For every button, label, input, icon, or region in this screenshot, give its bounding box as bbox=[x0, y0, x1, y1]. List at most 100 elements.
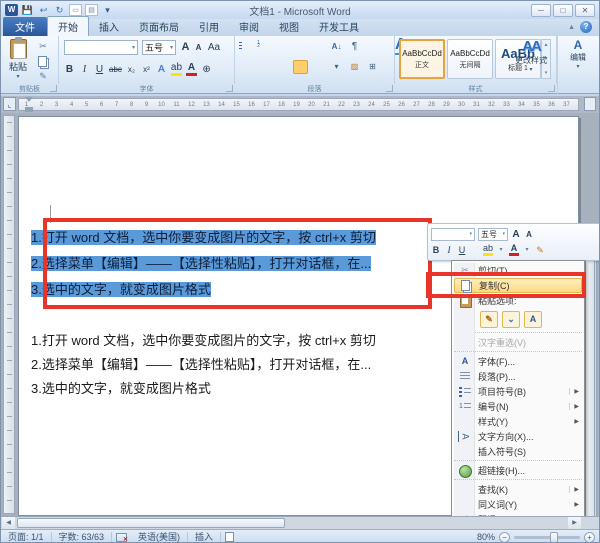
ribbon-tab[interactable]: 开发工具 bbox=[309, 17, 369, 36]
text-line[interactable]: 2.选择菜单【编辑】——【选择性粘贴】，打开对话框，在... bbox=[31, 353, 415, 377]
increase-indent-button[interactable] bbox=[311, 40, 326, 54]
ribbon-tab[interactable]: 插入 bbox=[89, 17, 129, 36]
multilevel-list-button[interactable] bbox=[275, 40, 290, 54]
context-menu-item[interactable]: 文字方向(X)... ▶ bbox=[454, 429, 582, 444]
minibar-grow-font[interactable]: A bbox=[511, 228, 521, 241]
scroll-right-icon[interactable]: ▶ bbox=[568, 517, 581, 529]
paste-dropdown-icon[interactable]: ▾ bbox=[5, 73, 31, 80]
shading-button[interactable]: ▨ bbox=[347, 60, 362, 74]
style-card[interactable]: AaBbCcDd 正文 bbox=[399, 39, 445, 79]
context-menu-item[interactable]: 翻译(S) ▶ bbox=[454, 512, 582, 516]
insert-mode-indicator[interactable]: 插入 bbox=[188, 531, 222, 542]
change-case-button[interactable]: Aa bbox=[206, 40, 222, 55]
print-preview-icon[interactable]: ▤ bbox=[85, 4, 98, 16]
zoom-level[interactable]: 80% bbox=[477, 532, 495, 542]
align-right-button[interactable] bbox=[275, 60, 290, 74]
borders-button[interactable]: ⊞ bbox=[365, 60, 380, 74]
ribbon-tab[interactable]: 审阅 bbox=[229, 17, 269, 36]
context-menu-item[interactable]: 超链接(H)... ▶ bbox=[454, 463, 582, 480]
ribbon-tab[interactable]: 文件 bbox=[3, 17, 47, 36]
horizontal-ruler[interactable]: 1 2 3 4 5 6 7 8 9 10 11 12 13 14 15 16 17 18 19 20 21 22 23 24 2… bbox=[18, 98, 579, 111]
context-menu-item[interactable]: 同义词(Y) ▶ bbox=[454, 497, 582, 512]
undo-icon[interactable]: ↩ bbox=[37, 4, 50, 16]
font-name-combo[interactable]: ▾ bbox=[64, 40, 138, 55]
ribbon-tab[interactable]: 引用 bbox=[189, 17, 229, 36]
minimize-ribbon-icon[interactable]: ▲ bbox=[568, 24, 575, 31]
zoom-in-icon[interactable]: + bbox=[584, 531, 595, 542]
vertical-ruler[interactable] bbox=[3, 115, 15, 514]
shrink-font-button[interactable]: A bbox=[193, 40, 204, 55]
paste-text-only-button[interactable]: A bbox=[524, 311, 542, 328]
minibar-italic[interactable]: I bbox=[444, 244, 454, 257]
ruler-toggle-button[interactable] bbox=[584, 97, 596, 111]
context-menu-item[interactable]: 字体(F)... ▶ bbox=[454, 354, 582, 369]
font-dialog-launcher[interactable] bbox=[226, 85, 233, 92]
minibar-highlight[interactable]: ab bbox=[483, 244, 494, 256]
format-painter-icon[interactable]: ✎ bbox=[35, 70, 51, 82]
ribbon-tab[interactable]: 开始 bbox=[47, 16, 89, 36]
first-line-indent-marker[interactable] bbox=[25, 97, 33, 102]
minibar-format-painter[interactable]: ✎ bbox=[535, 244, 545, 257]
context-menu-item[interactable]: 查找(K) ▶ bbox=[454, 482, 582, 497]
left-indent-marker[interactable] bbox=[25, 107, 33, 112]
align-center-button[interactable] bbox=[257, 60, 272, 74]
close-button[interactable]: ✕ bbox=[575, 3, 595, 17]
minibar-bold[interactable]: B bbox=[431, 244, 441, 257]
text-line[interactable]: 1.打开 word 文档，选中你要变成图片的文字，按 ctrl+x 剪切 bbox=[31, 329, 415, 353]
document-page[interactable]: 1.打开 word 文档，选中你要变成图片的文字，按 ctrl+x 剪切 2.选择… bbox=[18, 116, 599, 516]
context-menu-item[interactable]: 项目符号(B) ▶ bbox=[454, 384, 582, 399]
numbering-button[interactable]: 12 bbox=[257, 40, 272, 54]
italic-button[interactable]: I bbox=[79, 64, 90, 75]
minibar-font-color-dropdown[interactable]: ▾ bbox=[522, 244, 532, 257]
text-line[interactable]: 3.选中的文字，就变成图片格式 bbox=[31, 377, 415, 401]
context-menu-item[interactable]: 段落(P)... ▶ bbox=[454, 369, 582, 384]
subscript-button[interactable]: x₂ bbox=[126, 65, 137, 74]
context-menu-item[interactable]: 汉字重选(V) ▶ bbox=[454, 335, 582, 352]
paragraph-dialog-launcher[interactable] bbox=[386, 85, 393, 92]
distribute-button[interactable] bbox=[311, 60, 326, 74]
macro-record-icon[interactable] bbox=[225, 532, 235, 542]
language-indicator[interactable]: 英语(美国) bbox=[131, 531, 189, 542]
zoom-slider-thumb[interactable] bbox=[550, 531, 558, 542]
qat-dropdown-icon[interactable]: ▾ bbox=[101, 4, 114, 16]
sort-button[interactable]: A↓ bbox=[329, 40, 344, 54]
font-color-button[interactable]: A bbox=[186, 62, 198, 76]
highlight-color-button[interactable]: ab bbox=[170, 62, 183, 76]
change-styles-button[interactable]: AA 更改样式 ▾ bbox=[509, 38, 553, 73]
copy-icon[interactable] bbox=[35, 55, 51, 67]
minibar-font-color[interactable]: A bbox=[509, 244, 520, 256]
redo-icon[interactable]: ↻ bbox=[53, 4, 66, 16]
styles-dialog-launcher[interactable] bbox=[548, 85, 555, 92]
help-icon[interactable]: ? bbox=[580, 21, 592, 33]
minibar-size-combo[interactable]: 五号 ▾ bbox=[478, 227, 508, 241]
text-effects-button[interactable]: A bbox=[156, 64, 167, 75]
spell-check-icon[interactable] bbox=[116, 532, 128, 542]
line-spacing-button[interactable]: ▾ bbox=[329, 60, 344, 74]
font-size-combo[interactable]: 五号 ▾ bbox=[142, 40, 176, 55]
hscroll-thumb[interactable] bbox=[17, 518, 285, 528]
style-card[interactable]: AaBbCcDd 无间隔 bbox=[447, 39, 493, 79]
context-menu-item[interactable]: 插入符号(S) ▶ bbox=[454, 444, 582, 461]
bullets-button[interactable] bbox=[239, 40, 254, 54]
minibar-underline[interactable]: U bbox=[457, 244, 467, 257]
tab-selector[interactable]: ⌞ bbox=[3, 97, 16, 111]
paste-merge-formatting-button[interactable]: ⌄ bbox=[502, 311, 520, 328]
vscroll-thumb[interactable] bbox=[585, 239, 595, 516]
context-menu-item[interactable]: 样式(Y) ▶ bbox=[454, 414, 582, 429]
word-logo-icon[interactable]: W bbox=[5, 4, 18, 16]
justify-button[interactable] bbox=[293, 60, 308, 74]
page-count[interactable]: 页面: 1/1 bbox=[1, 531, 52, 542]
ribbon-tab[interactable]: 视图 bbox=[269, 17, 309, 36]
word-count[interactable]: 字数: 63/63 bbox=[52, 531, 113, 542]
align-left-button[interactable] bbox=[239, 60, 254, 74]
vertical-scrollbar[interactable]: ▲ ▼ ▲ ● ▼ bbox=[583, 225, 597, 516]
zoom-slider[interactable] bbox=[514, 531, 580, 542]
new-document-icon[interactable]: ▭ bbox=[69, 4, 82, 16]
zoom-out-icon[interactable]: − bbox=[499, 531, 510, 542]
restore-button[interactable]: □ bbox=[553, 3, 573, 17]
paste-keep-formatting-button[interactable]: ✎ bbox=[480, 311, 498, 328]
strikethrough-button[interactable]: abc bbox=[109, 65, 122, 74]
minibar-font-combo[interactable]: ▾ bbox=[431, 227, 475, 241]
grow-font-button[interactable]: A bbox=[179, 40, 192, 55]
bold-button[interactable]: B bbox=[64, 64, 75, 75]
